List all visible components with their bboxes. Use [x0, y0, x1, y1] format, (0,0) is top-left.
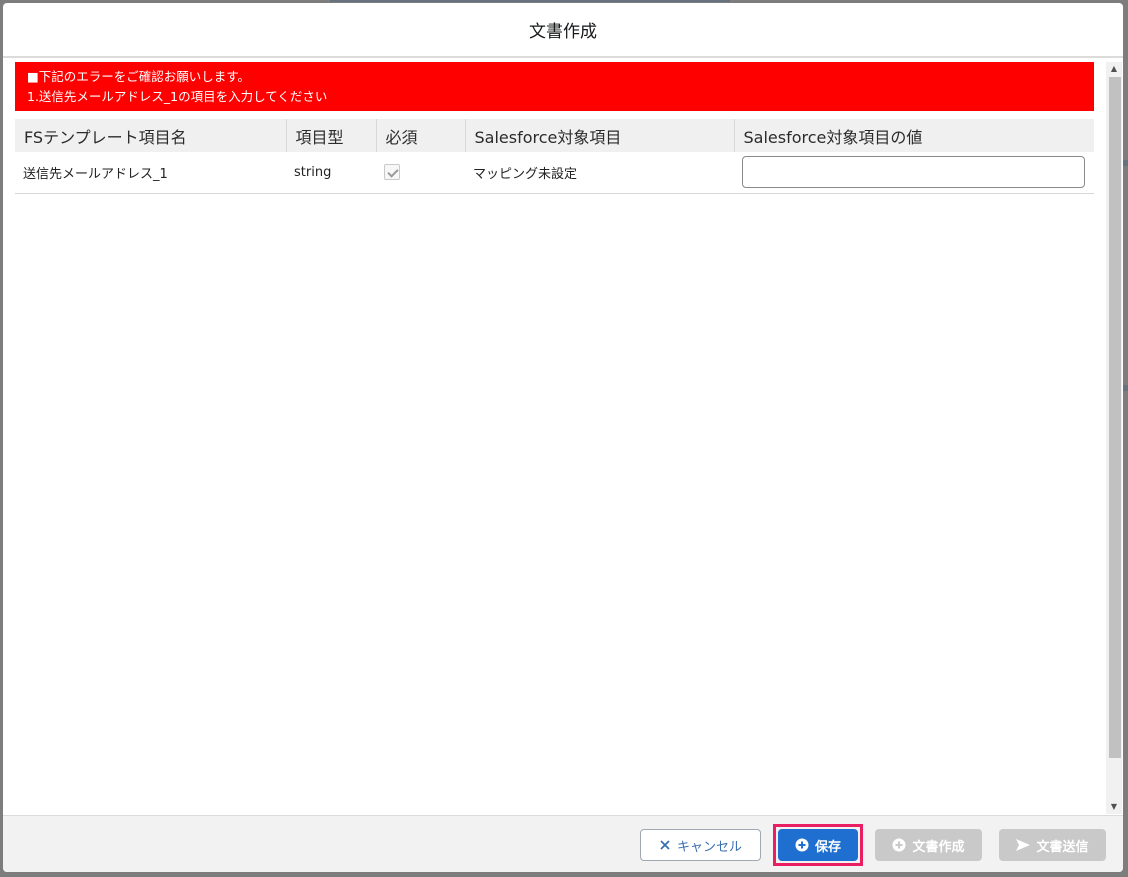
backdrop-bar — [1123, 160, 1128, 166]
document-create-modal: 文書作成 ■下記のエラーをご確認お願いします。 1.送信先メールアドレス_1の項… — [3, 3, 1123, 872]
table-header-row: FSテンプレート項目名 項目型 必須 Salesforce対象項目 Salesf… — [15, 119, 1094, 152]
column-header-required: 必須 — [376, 119, 466, 152]
error-heading: ■下記のエラーをご確認お願いします。 — [27, 69, 251, 84]
vertical-scrollbar[interactable]: ▲ ▼ — [1106, 62, 1122, 814]
field-mapping-table: FSテンプレート項目名 項目型 必須 Salesforce対象項目 Salesf… — [15, 119, 1094, 194]
cell-sf-field: マッピング未設定 — [465, 152, 734, 194]
backdrop-bar — [330, 0, 730, 2]
column-header-sf-field: Salesforce対象項目 — [465, 119, 735, 152]
column-header-type: 項目型 — [286, 119, 377, 152]
cell-type: string — [286, 152, 376, 194]
send-document-button[interactable]: 文書送信 — [999, 829, 1106, 861]
scroll-down-icon[interactable]: ▼ — [1106, 800, 1122, 814]
send-document-button-label: 文書送信 — [1036, 839, 1089, 855]
save-button-label: 保存 — [814, 839, 841, 855]
cell-sf-value — [734, 152, 1094, 194]
cell-required — [376, 152, 465, 194]
add-circle-icon — [795, 838, 809, 852]
error-message: ■下記のエラーをご確認お願いします。 1.送信先メールアドレス_1の項目を入力し… — [15, 62, 1094, 111]
create-document-button-label: 文書作成 — [912, 839, 965, 855]
table-row: 送信先メールアドレス_1 string マッピング未設定 — [15, 152, 1094, 194]
modal-body: ■下記のエラーをご確認お願いします。 1.送信先メールアドレス_1の項目を入力し… — [3, 60, 1123, 815]
send-icon — [1016, 839, 1031, 851]
scroll-thumb[interactable] — [1109, 77, 1121, 758]
cancel-button[interactable]: キャンセル — [640, 829, 761, 861]
modal-title: 文書作成 — [529, 22, 597, 42]
add-circle-icon — [892, 838, 906, 852]
sf-value-input[interactable] — [742, 156, 1085, 189]
cell-field-name: 送信先メールアドレス_1 — [15, 152, 286, 194]
scroll-up-icon[interactable]: ▲ — [1106, 62, 1122, 76]
column-header-field-name: FSテンプレート項目名 — [15, 119, 287, 152]
modal-footer: キャンセル 保存 文書作成 文書送信 — [3, 815, 1123, 872]
column-header-sf-value: Salesforce対象項目の値 — [734, 119, 1094, 152]
backdrop-bar — [1123, 385, 1128, 391]
close-icon — [659, 839, 671, 851]
cancel-button-label: キャンセル — [676, 839, 742, 855]
save-button[interactable]: 保存 — [778, 829, 858, 861]
create-document-button[interactable]: 文書作成 — [875, 829, 982, 861]
required-checkbox — [384, 164, 400, 181]
modal-header: 文書作成 — [3, 3, 1123, 58]
error-detail: 1.送信先メールアドレス_1の項目を入力してください — [27, 89, 328, 104]
